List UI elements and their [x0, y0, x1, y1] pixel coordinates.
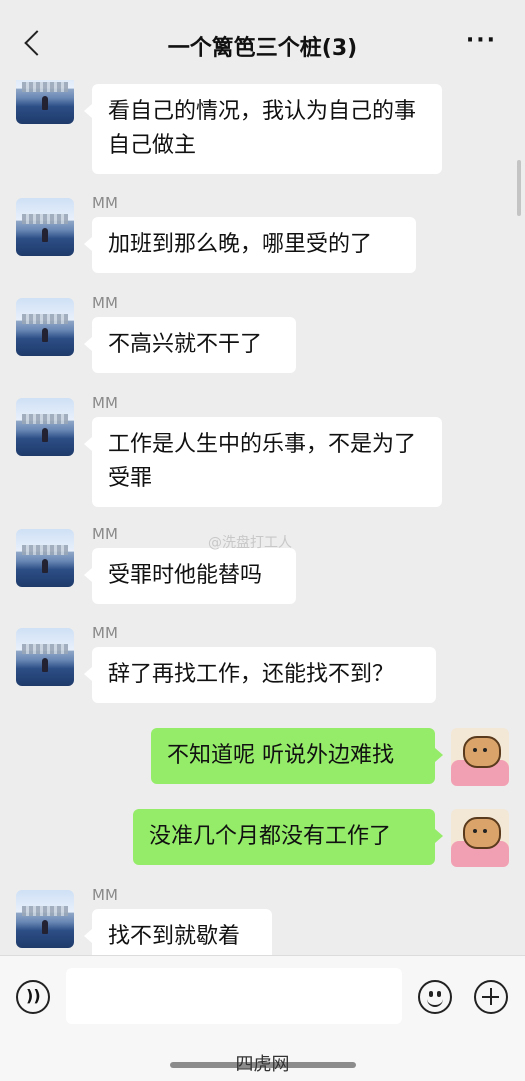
sender-name: MM — [92, 886, 118, 904]
chat-title: 一个篱笆三个桩(3) — [167, 36, 358, 61]
sender-avatar[interactable] — [16, 198, 74, 256]
sender-name: MM — [92, 624, 118, 642]
emoji-icon[interactable] — [418, 980, 452, 1014]
site-watermark: 四虎网 — [235, 1054, 290, 1075]
chat-header: 一个篱笆三个桩(3) ··· — [0, 0, 525, 80]
scrollbar[interactable] — [517, 160, 521, 216]
sender-name: MM — [92, 294, 118, 312]
message-bubble[interactable]: 找不到就歇着 — [84, 909, 272, 955]
sender-avatar[interactable] — [16, 298, 74, 356]
chat-area[interactable]: 看自己的情况，我认为自己的事自己做主 MM 加班到那么晚，哪里受的了 MM 不高… — [0, 0, 525, 955]
message-bubble[interactable]: 不知道呢 听说外边难找 — [151, 728, 443, 784]
plus-icon[interactable] — [474, 980, 508, 1014]
message-bubble[interactable]: 工作是人生中的乐事，不是为了受罪 — [84, 417, 442, 507]
sender-name: MM — [92, 194, 118, 212]
sender-avatar[interactable] — [16, 890, 74, 948]
message-bubble[interactable]: 加班到那么晚，哪里受的了 — [84, 217, 416, 273]
message-bubble[interactable]: 辞了再找工作，还能找不到？ — [84, 647, 436, 703]
message-bubble[interactable]: 看自己的情况，我认为自己的事自己做主 — [84, 84, 442, 174]
my-avatar[interactable] — [451, 728, 509, 786]
message-input[interactable] — [66, 968, 402, 1024]
voice-icon[interactable]: )) — [16, 980, 50, 1014]
message-bubble[interactable]: 没准几个月都没有工作了 — [133, 809, 443, 865]
watermark: @洗盘打工人 — [208, 535, 292, 551]
sender-avatar[interactable] — [16, 628, 74, 686]
more-options-icon[interactable]: ··· — [466, 28, 497, 53]
sender-avatar[interactable] — [16, 398, 74, 456]
message-bubble[interactable]: 不高兴就不干了 — [84, 317, 296, 373]
sender-name: MM — [92, 394, 118, 412]
sender-avatar[interactable] — [16, 529, 74, 587]
sender-name: MM — [92, 525, 118, 543]
my-avatar[interactable] — [451, 809, 509, 867]
message-bubble[interactable]: 受罪时他能替吗 — [84, 548, 296, 604]
